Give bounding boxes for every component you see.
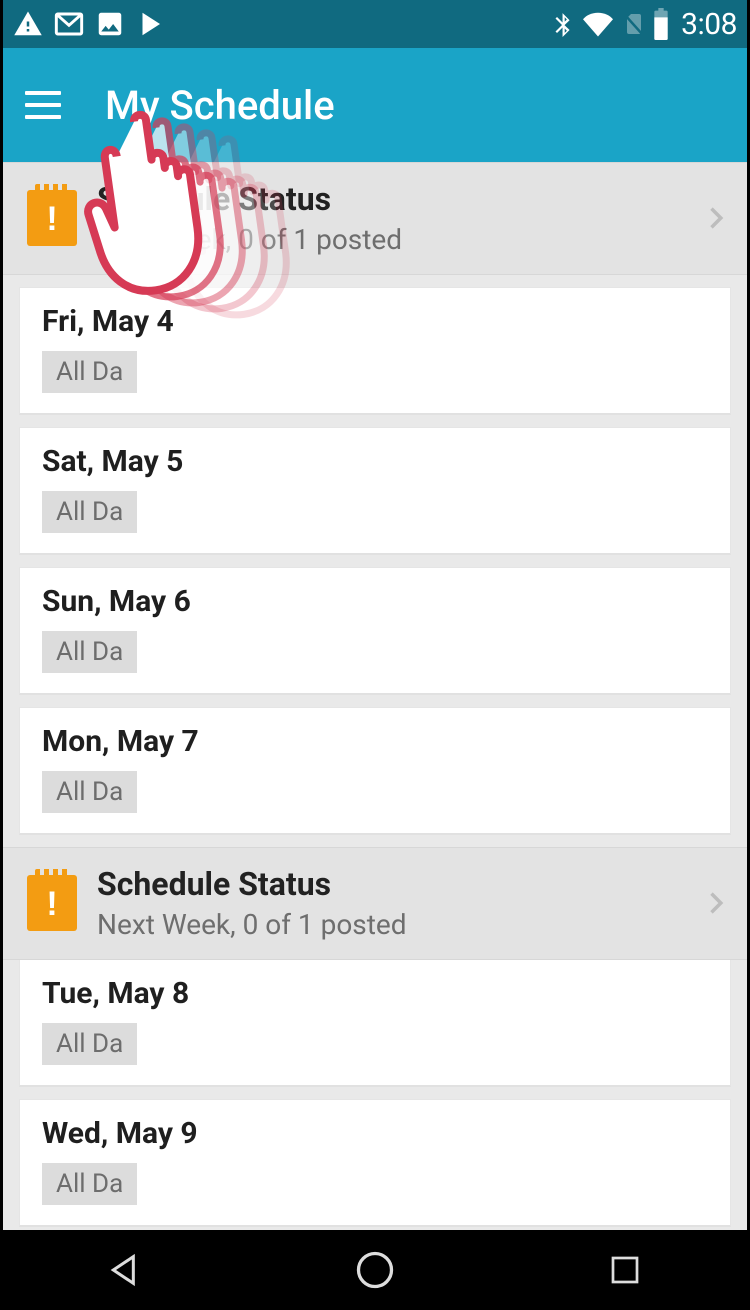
screen: 3:08 My Schedule Schedule Status This We…	[3, 0, 747, 1230]
status-title: Schedule Status	[97, 179, 681, 219]
shift-tag: All Da	[42, 631, 137, 673]
day-list: Tue, May 8 All Da Wed, May 9 All Da Thu,…	[3, 960, 747, 1230]
play-store-icon	[135, 9, 165, 39]
home-button[interactable]	[349, 1244, 401, 1296]
day-card[interactable]: Sat, May 5 All Da	[19, 427, 731, 555]
shift-tag: All Da	[42, 771, 137, 813]
shift-tag: All Da	[42, 1023, 137, 1065]
chevron-right-icon	[701, 204, 729, 232]
image-icon	[95, 9, 125, 39]
warning-icon	[13, 9, 43, 39]
status-bar: 3:08	[3, 0, 747, 48]
day-date: Sun, May 6	[42, 584, 708, 619]
page-title: My Schedule	[105, 82, 335, 129]
day-card[interactable]: Mon, May 7 All Da	[19, 707, 731, 835]
wifi-icon	[581, 9, 615, 39]
bluetooth-icon	[549, 9, 575, 39]
status-subtitle: This Week, 0 of 1 posted	[97, 223, 681, 256]
calendar-alert-icon	[27, 190, 77, 246]
statusbar-left-icons	[13, 8, 165, 40]
schedule-status-row[interactable]: Schedule Status Next Week, 0 of 1 posted	[3, 847, 747, 960]
chevron-right-icon	[701, 889, 729, 917]
back-button[interactable]	[99, 1244, 151, 1296]
shift-tag: All Da	[42, 1163, 137, 1205]
day-card[interactable]: Tue, May 8 All Da	[19, 960, 731, 1087]
sim-disabled-icon	[621, 9, 645, 39]
day-date: Tue, May 8	[42, 976, 708, 1011]
status-title: Schedule Status	[97, 864, 681, 904]
statusbar-right-icons: 3:08	[549, 7, 737, 42]
shift-tag: All Da	[42, 351, 137, 393]
day-date: Wed, May 9	[42, 1116, 708, 1151]
day-card[interactable]: Wed, May 9 All Da	[19, 1099, 731, 1227]
day-date: Mon, May 7	[42, 724, 708, 759]
device-frame: { "statusbar": { "time": "3:08", "icons_…	[0, 0, 750, 1310]
schedule-status-row[interactable]: Schedule Status This Week, 0 of 1 posted	[3, 162, 747, 275]
battery-icon	[651, 8, 671, 40]
content-scroll[interactable]: Schedule Status This Week, 0 of 1 posted…	[3, 162, 747, 1230]
day-card[interactable]: Sun, May 6 All Da	[19, 567, 731, 695]
day-list: Fri, May 4 All Da Sat, May 5 All Da Sun,…	[3, 287, 747, 835]
gmail-icon	[53, 8, 85, 40]
day-card[interactable]: Fri, May 4 All Da	[19, 287, 731, 415]
day-date: Sat, May 5	[42, 444, 708, 479]
status-subtitle: Next Week, 0 of 1 posted	[97, 908, 681, 941]
day-date: Fri, May 4	[42, 304, 708, 339]
system-nav-bar	[0, 1230, 750, 1310]
shift-tag: All Da	[42, 491, 137, 533]
calendar-alert-icon	[27, 875, 77, 931]
recents-button[interactable]	[599, 1244, 651, 1296]
clock-text: 3:08	[681, 7, 737, 42]
hamburger-icon[interactable]	[25, 91, 61, 119]
app-bar: My Schedule	[3, 48, 747, 162]
